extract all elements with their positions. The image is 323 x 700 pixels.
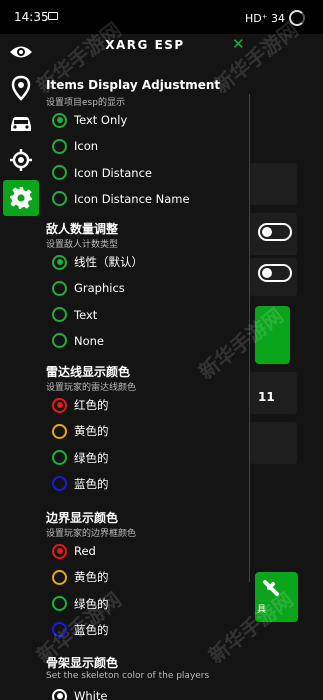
background-panel xyxy=(250,422,297,464)
radio-selected-icon[interactable] xyxy=(52,543,67,559)
background-tool-button[interactable]: 具 xyxy=(255,572,298,622)
radio-unselected-icon[interactable] xyxy=(52,191,67,207)
section-subtitle: 设置玩家的雷达线颜色 xyxy=(46,383,137,393)
loading-ring-icon xyxy=(289,10,305,26)
radio-option[interactable]: Icon xyxy=(52,136,98,156)
background-toggle[interactable] xyxy=(258,223,292,241)
status-time: 14:35 xyxy=(14,10,49,24)
section-title: 骨架显示颜色 xyxy=(46,656,119,670)
settings-menu: XARG ESP ✕ Items Display Adjustment 设置项目e… xyxy=(40,34,250,700)
section-subtitle: Set the skeleton color of the players xyxy=(46,671,210,681)
radio-unselected-icon[interactable] xyxy=(52,476,67,492)
eye-icon xyxy=(10,46,32,58)
section-title: 雷达线显示颜色 xyxy=(46,365,131,379)
sidebar xyxy=(0,34,40,700)
radio-option[interactable]: Graphics xyxy=(52,278,125,298)
radio-option-label: 蓝色的 xyxy=(74,622,109,637)
radio-option-label: Graphics xyxy=(74,281,125,296)
radio-unselected-icon[interactable] xyxy=(52,596,67,612)
radio-option[interactable]: Text xyxy=(52,305,97,325)
radio-option-label: 绿色的 xyxy=(74,596,109,611)
radio-option-label: 线性（默认） xyxy=(74,255,143,269)
radio-unselected-icon[interactable] xyxy=(52,569,67,585)
scrollbar[interactable] xyxy=(249,94,250,582)
radio-option-label: 蓝色的 xyxy=(74,476,109,491)
radio-option-label: Icon Distance Name xyxy=(74,191,190,206)
radio-option-label: White xyxy=(74,689,108,700)
radio-option-label: None xyxy=(74,333,105,348)
background-number: 11 xyxy=(258,390,275,404)
radio-option[interactable]: 蓝色的 xyxy=(52,474,109,494)
radio-option[interactable]: White xyxy=(52,686,107,700)
radio-option-label: Red xyxy=(74,544,96,558)
crosshair-icon xyxy=(10,149,32,171)
radio-option[interactable]: Text Only xyxy=(52,110,127,130)
radio-unselected-icon[interactable] xyxy=(52,333,67,349)
status-right: HD⁺ 34 xyxy=(245,10,305,26)
sidebar-item-aim[interactable] xyxy=(3,142,39,178)
gear-icon xyxy=(10,187,32,209)
radio-option[interactable]: Icon Distance Name xyxy=(52,189,190,209)
background-toggle[interactable] xyxy=(258,264,292,282)
radio-option[interactable]: 线性（默认） xyxy=(52,252,143,272)
background-green-button[interactable] xyxy=(255,306,290,364)
radio-selected-icon[interactable] xyxy=(52,112,67,128)
radio-unselected-icon[interactable] xyxy=(52,622,67,638)
radio-option-label: Icon Distance xyxy=(74,165,152,180)
background-tool-label: 具 xyxy=(257,605,267,615)
radio-unselected-icon[interactable] xyxy=(52,307,67,323)
radio-unselected-icon[interactable] xyxy=(52,450,67,466)
radio-option[interactable]: 绿色的 xyxy=(52,448,109,468)
radio-option[interactable]: Red xyxy=(52,541,96,561)
radio-option[interactable]: 蓝色的 xyxy=(52,620,109,640)
status-bar: 14:35 HD⁺ 34 xyxy=(0,0,323,34)
sidebar-item-location[interactable] xyxy=(3,70,39,106)
status-text: HD⁺ 34 xyxy=(244,11,285,25)
radio-unselected-icon[interactable] xyxy=(52,165,67,181)
radio-option[interactable]: None xyxy=(52,331,104,351)
radio-unselected-icon[interactable] xyxy=(52,280,67,296)
radio-selected-icon[interactable] xyxy=(52,397,67,413)
menu-title: XARG ESP xyxy=(105,38,185,52)
sidebar-item-settings[interactable] xyxy=(3,180,39,216)
section-subtitle: 设置玩家的边界框颜色 xyxy=(46,529,137,539)
radio-option-label: 红色的 xyxy=(74,398,109,412)
radio-option[interactable]: Icon Distance xyxy=(52,163,152,183)
section-title: 边界显示颜色 xyxy=(46,511,119,525)
radio-option-label: 黄色的 xyxy=(74,570,109,585)
section-title: 敌人数量调整 xyxy=(46,222,119,236)
background-panel xyxy=(250,163,297,205)
radio-selected-icon[interactable] xyxy=(52,688,67,700)
radio-option-label: Text xyxy=(74,307,98,322)
radio-option-label: 绿色的 xyxy=(74,450,109,465)
radio-option[interactable]: 黄色的 xyxy=(52,421,109,441)
radio-option-label: 黄色的 xyxy=(74,424,109,439)
section-subtitle: 设置项目esp的显示 xyxy=(46,98,125,108)
radio-option[interactable]: 黄色的 xyxy=(52,567,109,587)
radio-unselected-icon[interactable] xyxy=(52,138,67,154)
radio-option-label: Icon xyxy=(74,139,99,154)
close-icon[interactable]: ✕ xyxy=(232,36,245,52)
radio-selected-icon[interactable] xyxy=(52,254,67,270)
section-title: Items Display Adjustment xyxy=(46,78,221,92)
radio-option[interactable]: 绿色的 xyxy=(52,594,109,614)
radio-option-label: Text Only xyxy=(74,113,128,127)
section-subtitle: 设置敌人计数类型 xyxy=(46,240,119,250)
radio-option[interactable]: 红色的 xyxy=(52,395,109,415)
sidebar-item-vehicle[interactable] xyxy=(3,106,39,142)
location-pin-icon xyxy=(11,75,31,101)
car-icon xyxy=(11,117,31,131)
sidebar-item-visual[interactable] xyxy=(3,34,39,70)
radio-unselected-icon[interactable] xyxy=(52,423,67,439)
mail-icon xyxy=(48,12,58,20)
